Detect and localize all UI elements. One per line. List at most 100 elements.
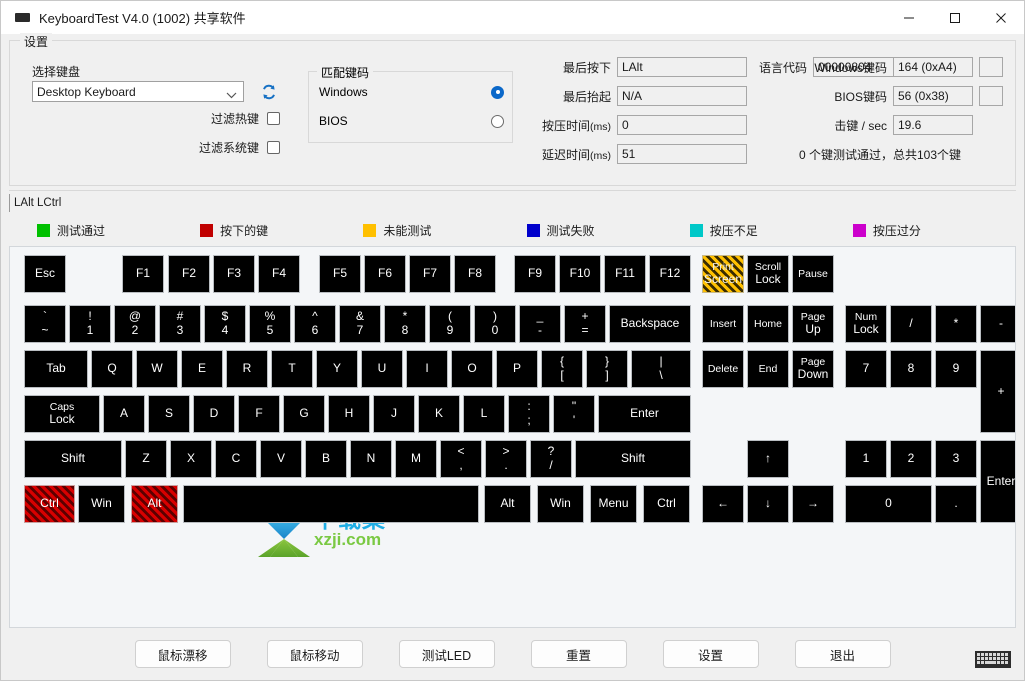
key-key-v[interactable]: V — [260, 440, 302, 478]
key-num-lock[interactable]: Num Lock — [845, 305, 887, 343]
key-key-i[interactable]: I — [406, 350, 448, 388]
key-key-s[interactable]: S — [148, 395, 190, 433]
key-f6[interactable]: F6 — [364, 255, 406, 293]
mouse-move-button[interactable]: 鼠标移动 — [266, 640, 363, 668]
key-menu[interactable]: Menu — [590, 485, 637, 523]
key-shift-right[interactable]: Shift — [575, 440, 691, 478]
key-insert[interactable]: Insert — [702, 305, 744, 343]
key-key-w[interactable]: W — [136, 350, 178, 388]
match-option-windows[interactable]: Windows — [319, 85, 504, 99]
key-minus[interactable]: _ - — [519, 305, 561, 343]
maximize-button[interactable] — [932, 1, 978, 34]
key-numpad-7[interactable]: 7 — [845, 350, 887, 388]
key-esc[interactable]: Esc — [24, 255, 66, 293]
key-key-c[interactable]: C — [215, 440, 257, 478]
key-key-r[interactable]: R — [226, 350, 268, 388]
key-key-j[interactable]: J — [373, 395, 415, 433]
key-win-left[interactable]: Win — [78, 485, 125, 523]
key-digit-0[interactable]: ) 0 — [474, 305, 516, 343]
match-option-bios-radio[interactable] — [491, 114, 504, 128]
key-arrow-up[interactable]: ↑ — [747, 440, 789, 478]
key-digit-2[interactable]: @2 — [114, 305, 156, 343]
key-bracket-left[interactable]: {[ — [541, 350, 583, 388]
key-f5[interactable]: F5 — [319, 255, 361, 293]
key-numpad-plus[interactable]: + — [980, 350, 1015, 433]
key-semicolon[interactable]: :; — [508, 395, 550, 433]
key-quote[interactable]: " ' — [553, 395, 595, 433]
key-alt-left[interactable]: Alt — [131, 485, 178, 523]
key-numpad-3[interactable]: 3 — [935, 440, 977, 478]
key-backtick[interactable]: ` ~ — [24, 305, 66, 343]
key-key-t[interactable]: T — [271, 350, 313, 388]
key-f4[interactable]: F4 — [258, 255, 300, 293]
key-key-z[interactable]: Z — [125, 440, 167, 478]
key-f8[interactable]: F8 — [454, 255, 496, 293]
key-key-o[interactable]: O — [451, 350, 493, 388]
key-arrow-right[interactable]: → — [792, 485, 834, 523]
key-key-b[interactable]: B — [305, 440, 347, 478]
key-page-up[interactable]: Page Up — [792, 305, 834, 343]
key-space[interactable] — [183, 485, 479, 523]
key-f10[interactable]: F10 — [559, 255, 601, 293]
key-digit-3[interactable]: #3 — [159, 305, 201, 343]
key-key-y[interactable]: Y — [316, 350, 358, 388]
key-key-u[interactable]: U — [361, 350, 403, 388]
reset-button[interactable]: 重置 — [530, 640, 627, 668]
key-scroll-lock[interactable]: Scroll Lock — [747, 255, 789, 293]
key-print-screen[interactable]: Print Screen — [702, 255, 744, 293]
key-pause[interactable]: Pause — [792, 255, 834, 293]
key-numpad-8[interactable]: 8 — [890, 350, 932, 388]
match-option-windows-radio[interactable] — [491, 85, 504, 99]
key-numpad-1[interactable]: 1 — [845, 440, 887, 478]
key-key-l[interactable]: L — [463, 395, 505, 433]
key-backspace[interactable]: Backspace — [609, 305, 691, 343]
minimize-button[interactable] — [886, 1, 932, 34]
key-digit-8[interactable]: * 8 — [384, 305, 426, 343]
key-delete[interactable]: Delete — [702, 350, 744, 388]
key-f7[interactable]: F7 — [409, 255, 451, 293]
key-backslash[interactable]: | \ — [631, 350, 691, 388]
key-arrow-left[interactable]: ← — [702, 485, 744, 523]
key-enter[interactable]: Enter — [598, 395, 691, 433]
refresh-keyboard-button[interactable] — [258, 81, 280, 102]
key-key-e[interactable]: E — [181, 350, 223, 388]
key-digit-1[interactable]: ! 1 — [69, 305, 111, 343]
key-key-g[interactable]: G — [283, 395, 325, 433]
filter-system-row[interactable]: 过滤系统键 — [199, 139, 280, 156]
key-key-m[interactable]: M — [395, 440, 437, 478]
key-f12[interactable]: F12 — [649, 255, 691, 293]
key-shift-left[interactable]: Shift — [24, 440, 122, 478]
key-caps-lock[interactable]: Caps Lock — [24, 395, 100, 433]
filter-hotkey-checkbox[interactable] — [267, 112, 280, 125]
key-digit-7[interactable]: & 7 — [339, 305, 381, 343]
key-numpad-2[interactable]: 2 — [890, 440, 932, 478]
key-f9[interactable]: F9 — [514, 255, 556, 293]
key-f1[interactable]: F1 — [122, 255, 164, 293]
filter-system-checkbox[interactable] — [267, 141, 280, 154]
key-digit-5[interactable]: % 5 — [249, 305, 291, 343]
key-numpad-9[interactable]: 9 — [935, 350, 977, 388]
key-alt-right[interactable]: Alt — [484, 485, 531, 523]
key-key-q[interactable]: Q — [91, 350, 133, 388]
match-option-bios[interactable]: BIOS — [319, 114, 504, 128]
key-f3[interactable]: F3 — [213, 255, 255, 293]
key-key-d[interactable]: D — [193, 395, 235, 433]
key-key-k[interactable]: K — [418, 395, 460, 433]
key-comma[interactable]: <, — [440, 440, 482, 478]
key-numpad-divide[interactable]: / — [890, 305, 932, 343]
key-home[interactable]: Home — [747, 305, 789, 343]
key-numpad-period[interactable]: . — [935, 485, 977, 523]
key-win-right[interactable]: Win — [537, 485, 584, 523]
close-button[interactable] — [978, 1, 1024, 34]
mouse-drift-button[interactable]: 鼠标漂移 — [134, 640, 231, 668]
key-key-p[interactable]: P — [496, 350, 538, 388]
key-key-h[interactable]: H — [328, 395, 370, 433]
key-tab[interactable]: Tab — [24, 350, 88, 388]
settings-button[interactable]: 设置 — [662, 640, 759, 668]
key-numpad-minus[interactable]: - — [980, 305, 1015, 343]
key-numpad-0[interactable]: 0 — [845, 485, 932, 523]
exit-button[interactable]: 退出 — [794, 640, 891, 668]
key-ctrl-right[interactable]: Ctrl — [643, 485, 690, 523]
keyboard-select[interactable]: Desktop Keyboard — [32, 81, 244, 102]
key-f2[interactable]: F2 — [168, 255, 210, 293]
